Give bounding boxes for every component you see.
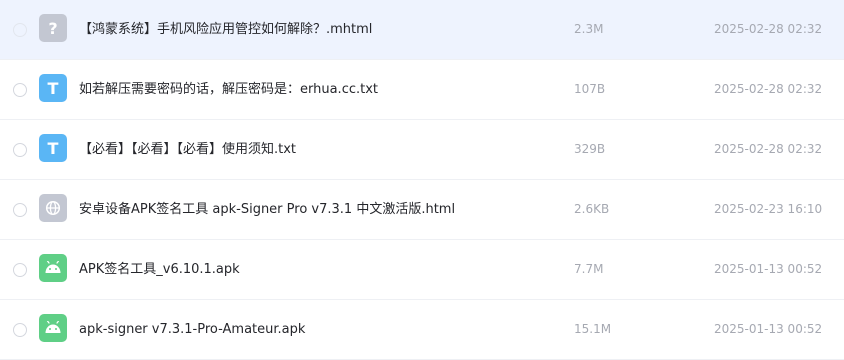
file-row[interactable]: ? 【鸿蒙系统】手机风险应用管控如何解除？.mhtml 2.3M 2025-02… (0, 0, 844, 60)
select-checkbox[interactable] (13, 143, 27, 157)
select-checkbox[interactable] (13, 203, 27, 217)
file-row[interactable]: 安卓设备APK签名工具 apk-Signer Pro v7.3.1 中文激活版.… (0, 180, 844, 240)
file-list: ? 【鸿蒙系统】手机风险应用管控如何解除？.mhtml 2.3M 2025-02… (0, 0, 844, 360)
file-size: 7.7M (574, 262, 604, 276)
file-size: 2.3M (574, 22, 604, 36)
file-name[interactable]: 安卓设备APK签名工具 apk-Signer Pro v7.3.1 中文激活版.… (79, 180, 455, 239)
file-name[interactable]: 【必看】【必看】【必看】使用须知.txt (79, 120, 296, 179)
select-checkbox[interactable] (13, 83, 27, 97)
file-size: 107B (574, 82, 606, 96)
file-name[interactable]: APK签名工具_v6.10.1.apk (79, 240, 240, 299)
file-name[interactable]: apk-signer v7.3.1-Pro-Amateur.apk (79, 300, 305, 359)
file-row[interactable]: T 【必看】【必看】【必看】使用须知.txt 329B 2025-02-28 0… (0, 120, 844, 180)
web-globe-icon (39, 194, 67, 222)
android-apk-icon (39, 254, 67, 282)
file-size: 15.1M (574, 322, 612, 336)
file-name[interactable]: 【鸿蒙系统】手机风险应用管控如何解除？.mhtml (79, 0, 372, 59)
file-date: 2025-02-23 16:10 (714, 202, 823, 216)
file-date: 2025-01-13 00:52 (714, 322, 823, 336)
text-file-icon: T (39, 74, 67, 102)
file-date: 2025-02-28 02:32 (714, 142, 823, 156)
select-checkbox[interactable] (13, 323, 27, 337)
file-row[interactable]: APK签名工具_v6.10.1.apk 7.7M 2025-01-13 00:5… (0, 240, 844, 300)
unknown-file-icon: ? (39, 14, 67, 42)
file-date: 2025-02-28 02:32 (714, 22, 823, 36)
file-size: 329B (574, 142, 606, 156)
text-file-icon: T (39, 134, 67, 162)
file-row[interactable]: T 如若解压需要密码的话，解压密码是：erhua.cc.txt 107B 202… (0, 60, 844, 120)
file-name[interactable]: 如若解压需要密码的话，解压密码是：erhua.cc.txt (79, 60, 378, 119)
file-row[interactable]: apk-signer v7.3.1-Pro-Amateur.apk 15.1M … (0, 300, 844, 360)
select-checkbox[interactable] (13, 23, 27, 37)
android-apk-icon (39, 314, 67, 342)
file-size: 2.6KB (574, 202, 610, 216)
select-checkbox[interactable] (13, 263, 27, 277)
file-date: 2025-02-28 02:32 (714, 82, 823, 96)
file-date: 2025-01-13 00:52 (714, 262, 823, 276)
